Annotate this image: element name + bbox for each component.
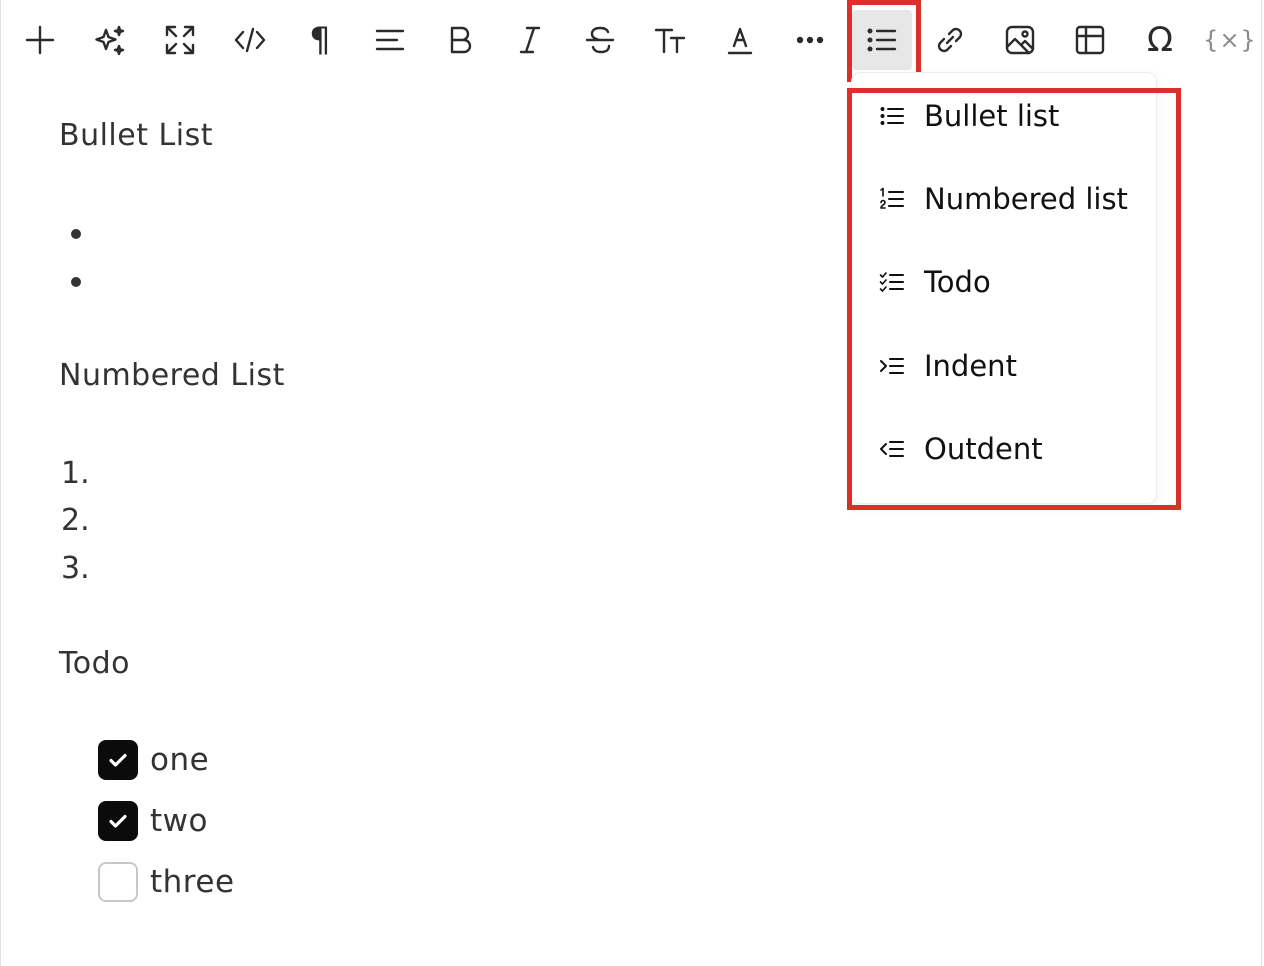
font-color-icon[interactable]: [710, 10, 770, 70]
todo-label: one: [150, 742, 210, 778]
todo-checkbox[interactable]: [98, 801, 138, 841]
toolbar: ¶ Ω {×}: [1, 0, 1263, 80]
expand-icon[interactable]: [150, 10, 210, 70]
todo-checkbox[interactable]: [98, 862, 138, 902]
list-number: 2.: [61, 503, 90, 538]
todo-label: three: [150, 864, 235, 900]
omega-icon[interactable]: Ω: [1130, 10, 1190, 70]
bullet-point: [71, 229, 81, 239]
todo-heading: Todo: [59, 646, 130, 681]
sparkles-icon[interactable]: [80, 10, 140, 70]
check-icon: [109, 814, 127, 828]
variable-icon[interactable]: {×}: [1200, 10, 1260, 70]
todo-item: three: [98, 862, 235, 902]
strikethrough-icon[interactable]: [570, 10, 630, 70]
pilcrow-icon[interactable]: ¶: [290, 10, 350, 70]
code-icon[interactable]: [220, 10, 280, 70]
numbered-list-heading: Numbered List: [59, 358, 285, 393]
list-number: 1.: [61, 456, 90, 491]
bullet-point: [71, 277, 81, 287]
list-menu-highlight: [847, 88, 1181, 510]
plus-icon[interactable]: [10, 10, 70, 70]
bold-icon[interactable]: [430, 10, 490, 70]
check-icon: [109, 753, 127, 767]
todo-checkbox[interactable]: [98, 740, 138, 780]
editor-frame: ¶ Ω {×} Bullet List Numbered List 1. 2. …: [0, 0, 1262, 966]
image-icon[interactable]: [990, 10, 1050, 70]
link-icon[interactable]: [920, 10, 980, 70]
text-size-icon[interactable]: [640, 10, 700, 70]
todo-item: two: [98, 801, 208, 841]
list-button-highlight: [847, 0, 921, 82]
more-icon[interactable]: [780, 10, 840, 70]
todo-item: one: [98, 740, 209, 780]
table-icon[interactable]: [1060, 10, 1120, 70]
bullet-list-heading: Bullet List: [59, 118, 213, 153]
list-number: 3.: [61, 551, 90, 586]
todo-label: two: [150, 803, 208, 839]
italic-icon[interactable]: [500, 10, 560, 70]
align-left-icon[interactable]: [360, 10, 420, 70]
